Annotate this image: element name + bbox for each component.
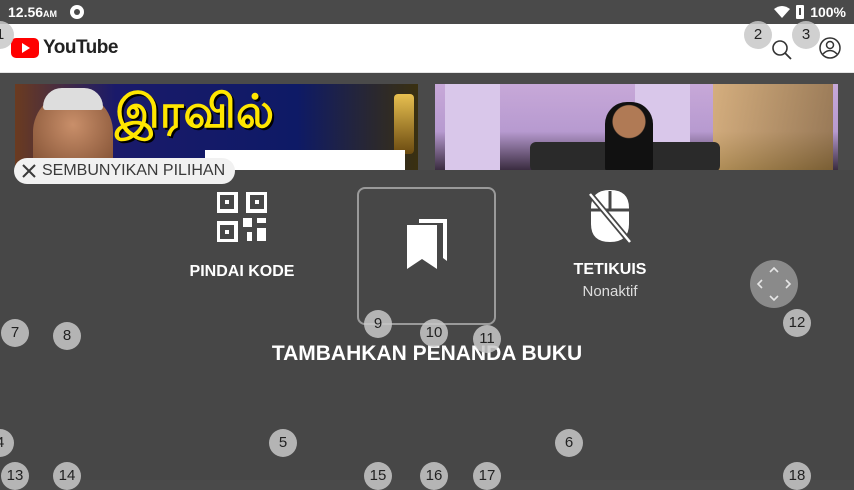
hide-options-label: SEMBUNYIKAN PILIHAN <box>42 162 226 179</box>
status-right: 100% <box>774 4 846 20</box>
dpad-arrows-icon <box>756 266 792 302</box>
youtube-play-icon <box>11 38 39 58</box>
close-icon <box>22 164 36 178</box>
clock-ampm: AM <box>43 9 58 19</box>
marker-badge[interactable]: 11 <box>473 325 501 353</box>
status-bar: 12.56AM 100% <box>0 0 854 24</box>
thumbnail-title-text: இரவில் <box>115 84 275 138</box>
scan-code-option[interactable]: PINDAI KODE <box>172 188 312 281</box>
add-bookmark-option[interactable] <box>357 187 496 325</box>
mouse-label: TETIKUIS <box>573 261 647 278</box>
battery-level: 100% <box>810 4 846 20</box>
thumbnail-lamp <box>394 94 414 154</box>
marker-badge[interactable]: 14 <box>53 462 81 490</box>
thumbnail-gold-backdrop <box>713 84 833 170</box>
mouse-status: Nonaktif <box>582 283 638 300</box>
thumbnail-person <box>605 102 653 170</box>
hide-options-button[interactable]: SEMBUNYIKAN PILIHAN <box>14 158 236 184</box>
thumbnail-subtitle-band <box>205 150 405 170</box>
clock-time: 12.56 <box>8 4 44 20</box>
marker-badge[interactable]: 8 <box>53 322 81 350</box>
sync-icon <box>70 5 84 19</box>
qr-code-icon <box>216 191 268 243</box>
mouse-disabled-icon <box>587 190 633 244</box>
marker-badge[interactable]: 18 <box>783 462 811 490</box>
video-thumbnail-2[interactable] <box>435 84 838 170</box>
marker-badge[interactable]: 16 <box>420 462 448 490</box>
search-icon[interactable] <box>770 38 794 62</box>
youtube-logo-text: YouTube <box>43 37 118 58</box>
scan-code-label: PINDAI KODE <box>189 263 295 280</box>
mouse-option[interactable]: TETIKUIS Nonaktif <box>540 188 680 300</box>
marker-badge[interactable]: 2 <box>744 21 772 49</box>
marker-badge[interactable]: 3 <box>792 21 820 49</box>
clock: 12.56AM <box>8 4 57 20</box>
thumbnail-hair <box>43 88 103 110</box>
marker-badge[interactable]: 17 <box>473 462 501 490</box>
marker-badge[interactable]: 6 <box>555 429 583 457</box>
marker-badge[interactable]: 5 <box>269 429 297 457</box>
marker-badge[interactable]: 13 <box>1 462 29 490</box>
marker-badge[interactable]: 15 <box>364 462 392 490</box>
thumbnail-panel <box>445 84 500 170</box>
battery-icon <box>796 5 805 19</box>
dpad-control[interactable] <box>750 260 798 308</box>
youtube-header: YouTube <box>0 24 854 73</box>
wifi-icon <box>774 6 791 18</box>
youtube-logo[interactable]: YouTube <box>11 37 118 59</box>
marker-badge[interactable]: 9 <box>364 310 392 338</box>
marker-badge[interactable]: 10 <box>420 319 448 347</box>
account-icon[interactable] <box>818 36 842 60</box>
bookmark-icon <box>407 219 447 269</box>
marker-badge[interactable]: 12 <box>783 309 811 337</box>
marker-badge[interactable]: 7 <box>1 319 29 347</box>
